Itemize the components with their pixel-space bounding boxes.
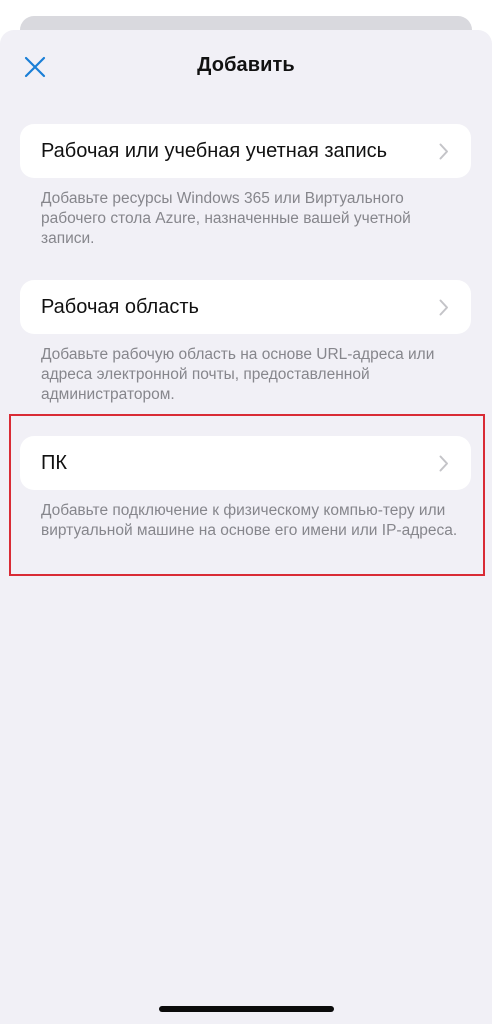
- home-indicator: [159, 1006, 334, 1012]
- work-or-school-account-option[interactable]: Рабочая или учебная учетная запись: [20, 124, 471, 178]
- chevron-right-icon: [437, 298, 451, 316]
- page-title: Добавить: [197, 54, 295, 76]
- option-label: Рабочая область: [41, 295, 199, 318]
- chevron-right-icon: [437, 454, 451, 472]
- add-sheet: Добавить Рабочая или учебная учетная зап…: [0, 30, 492, 1024]
- sheet-header: Добавить: [0, 30, 492, 106]
- pc-option[interactable]: ПК: [20, 436, 471, 490]
- option-description: Добавьте ресурсы Windows 365 или Виртуал…: [41, 190, 411, 247]
- option-description: Добавьте рабочую область на основе URL-а…: [41, 346, 435, 403]
- option-description: Добавьте подключение к физическому компь…: [41, 502, 458, 539]
- option-label: ПК: [41, 451, 68, 474]
- chevron-right-icon: [437, 142, 451, 160]
- option-label: Рабочая или учебная учетная запись: [41, 139, 388, 162]
- workspace-option[interactable]: Рабочая область: [20, 280, 471, 334]
